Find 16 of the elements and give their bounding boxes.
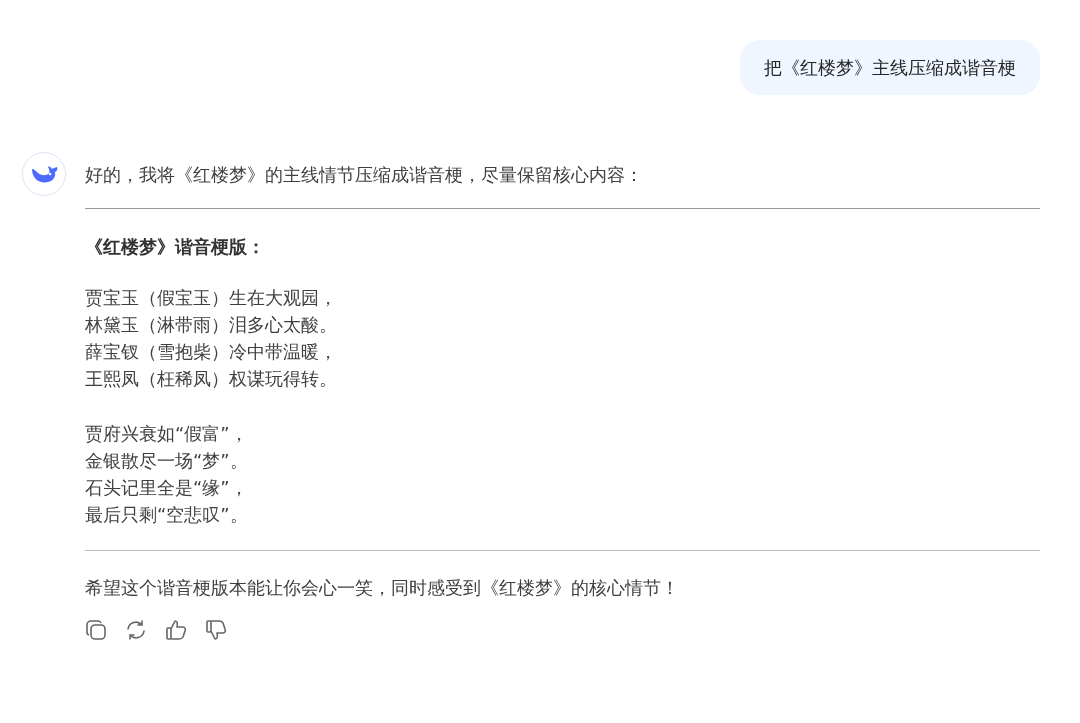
poem-line: 最后只剩“空悲叹”。 bbox=[85, 503, 249, 527]
poem-line: 林黛玉（淋带雨）泪多心太酸。 bbox=[85, 313, 338, 337]
user-message: 把《红楼梦》主线压缩成谐音梗 bbox=[740, 40, 1040, 95]
poem-line: 贾宝玉（假宝玉）生在大观园， bbox=[85, 286, 338, 310]
poem-line: 石头记里全是“缘”， bbox=[85, 476, 249, 500]
regenerate-icon[interactable] bbox=[125, 619, 147, 641]
poem-line: 金银散尽一场“梦”。 bbox=[85, 449, 249, 473]
intro-text: 好的，我将《红楼梦》的主线情节压缩成谐音梗，尽量保留核心内容： bbox=[85, 163, 644, 187]
closing-text: 希望这个谐音梗版本能让你会心一笑，同时感受到《红楼梦》的核心情节！ bbox=[85, 576, 680, 600]
poem-line: 贾府兴衰如“假富”， bbox=[85, 422, 249, 446]
poem-line: 王熙凤（枉稀凤）权谋玩得转。 bbox=[85, 367, 338, 391]
copy-icon[interactable] bbox=[85, 619, 107, 641]
thumbs-up-icon[interactable] bbox=[165, 619, 187, 641]
poem-heading: 《红楼梦》谐音梗版： bbox=[85, 235, 266, 259]
poem-line: 薛宝钗（雪抱柴）冷中带温暖， bbox=[85, 340, 338, 364]
thumbs-down-icon[interactable] bbox=[205, 619, 227, 641]
